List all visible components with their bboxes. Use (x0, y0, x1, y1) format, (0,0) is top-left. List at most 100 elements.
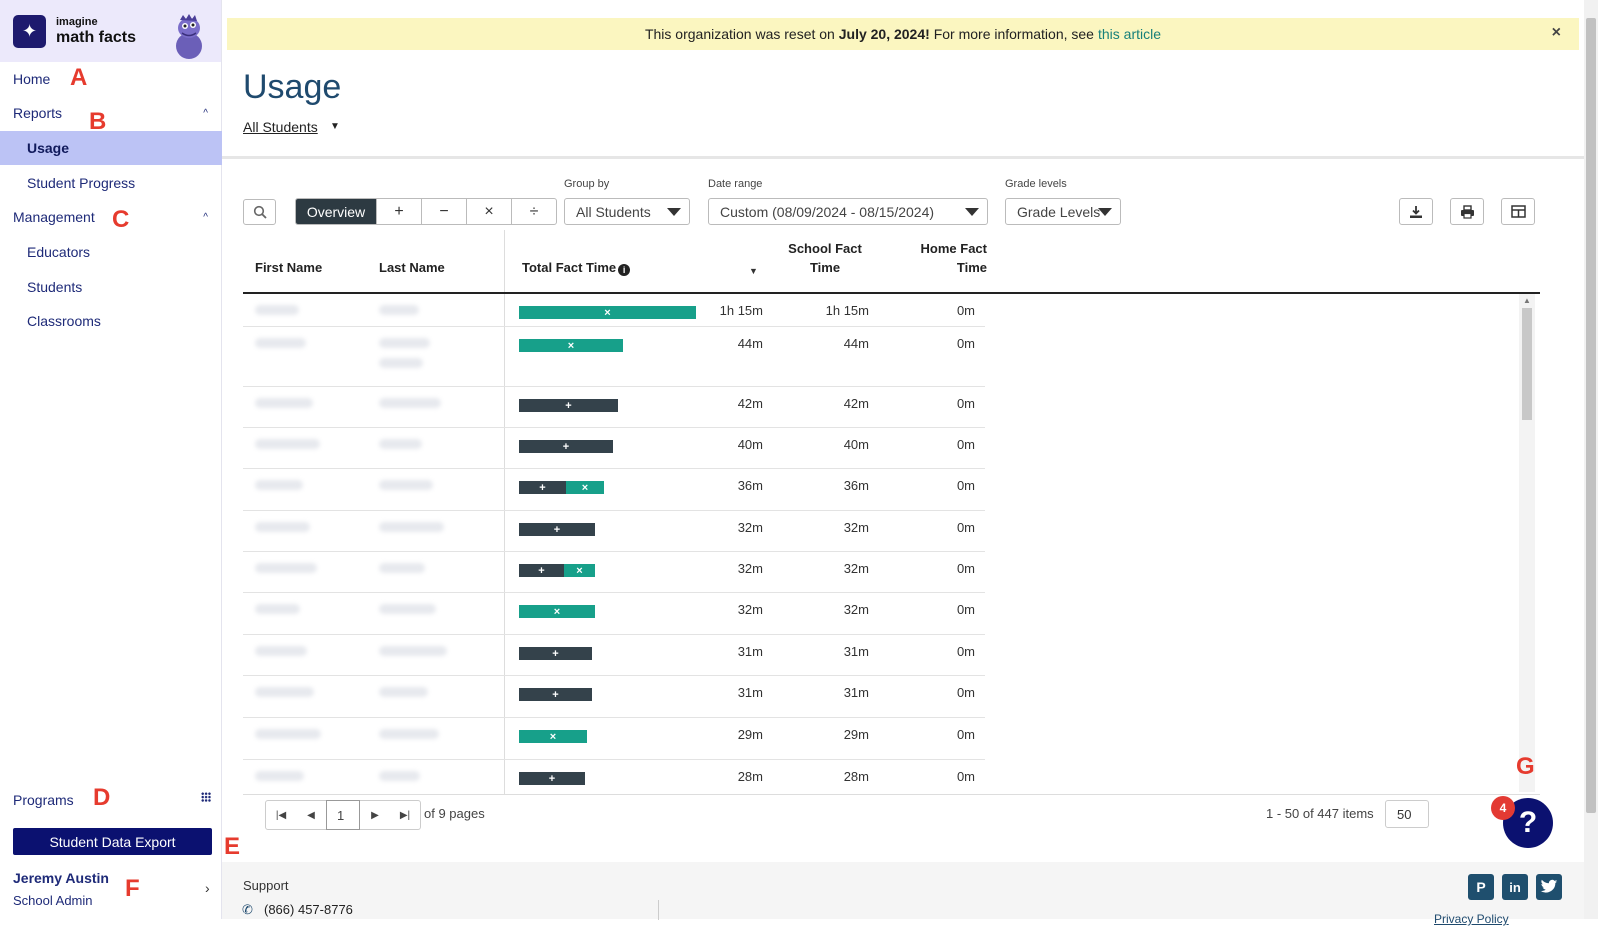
table-row[interactable]: +31m 31m 0m (243, 676, 985, 718)
table-row[interactable]: +32m 32m 0m (243, 511, 985, 552)
table-row[interactable]: +42m 42m 0m (243, 387, 985, 428)
header-total-fact-time[interactable]: Total Fact Time i (522, 258, 631, 277)
scope-dropdown[interactable]: All Students (243, 119, 318, 135)
header-last-name[interactable]: Last Name (379, 258, 445, 277)
prev-page-icon[interactable]: ◀ (296, 801, 326, 829)
twitter-icon[interactable] (1536, 874, 1562, 900)
banner-article-link[interactable]: this article (1098, 26, 1161, 42)
page-number-input[interactable]: 1 (326, 800, 360, 830)
info-icon[interactable]: i (618, 264, 631, 276)
sparkle-icon: ✦ (13, 14, 46, 48)
print-button[interactable] (1450, 198, 1484, 225)
support-phone[interactable]: (866) 457-8776 (264, 902, 353, 917)
group-by-select[interactable]: All Students (564, 198, 690, 225)
logo[interactable]: ✦ imagine math facts (0, 0, 221, 62)
download-button[interactable] (1399, 198, 1433, 225)
fact-time-bar[interactable]: × (519, 730, 587, 743)
sidebar-item-usage[interactable]: Usage (0, 131, 222, 165)
student-data-export-button[interactable]: Student Data Export (13, 828, 212, 855)
multiplication-segment[interactable]: × (519, 605, 595, 618)
scroll-up-icon[interactable]: ▲ (1523, 296, 1531, 305)
sidebar-item-students[interactable]: Students (0, 270, 222, 304)
window-scrollbar-thumb[interactable] (1586, 18, 1596, 813)
fact-time-bar[interactable]: + (519, 523, 595, 536)
header-home-fact-time[interactable]: Home Fact Time (877, 239, 987, 277)
multiplication-segment[interactable]: × (566, 481, 604, 494)
chevron-right-icon[interactable]: › (205, 880, 210, 896)
banner-text-after: For more information, see (933, 26, 1094, 42)
last-name-redacted (379, 729, 439, 739)
fact-time-bar[interactable]: + (519, 688, 592, 701)
multiplication-segment[interactable]: × (519, 339, 623, 352)
items-per-page-select[interactable]: 50 (1385, 800, 1429, 828)
last-name-redacted (379, 771, 420, 781)
table-row[interactable]: +31m 31m 0m (243, 635, 985, 676)
sidebar-item-reports[interactable]: Reports ^ (0, 96, 222, 130)
multiplication-segment[interactable]: × (519, 730, 587, 743)
header-school-fact-time[interactable]: School Fact Time (770, 239, 880, 277)
table-row[interactable]: × 32m 32m 0m (243, 593, 985, 635)
fact-time-bar[interactable]: + (519, 647, 592, 660)
multiplication-segment[interactable]: × (519, 306, 696, 319)
table-scrollbar[interactable]: ▲ (1519, 294, 1535, 792)
table-row[interactable]: + × 36m 36m 0m (243, 469, 985, 511)
addition-tab[interactable]: + (376, 199, 421, 224)
fact-time-bar[interactable]: + × (519, 481, 604, 494)
columns-button[interactable] (1501, 198, 1535, 225)
fact-time-bar[interactable]: × (519, 339, 623, 352)
grid-icon[interactable] (201, 792, 211, 802)
table-row[interactable]: +40m 40m 0m (243, 428, 985, 469)
download-icon (1410, 205, 1422, 218)
table-row[interactable]: + × 32m 32m 0m (243, 552, 985, 593)
caret-down-icon[interactable]: ▼ (330, 121, 340, 132)
addition-segment[interactable]: + (519, 647, 592, 660)
table-row[interactable]: × 1h 15m 1h 15m 0m (243, 294, 985, 327)
fact-time-bar[interactable]: × (519, 306, 696, 319)
logo-small-text: imagine (56, 15, 98, 28)
privacy-policy-link[interactable]: Privacy Policy (1434, 912, 1509, 926)
last-page-icon[interactable]: ▶| (390, 801, 420, 829)
user-name[interactable]: Jeremy Austin (13, 870, 109, 886)
grade-levels-select[interactable]: Grade Levels (1005, 198, 1121, 225)
addition-segment[interactable]: + (519, 440, 613, 453)
sidebar-item-classrooms[interactable]: Classrooms (0, 304, 222, 338)
sidebar-item-educators[interactable]: Educators (0, 235, 222, 269)
sidebar-item-management[interactable]: Management ^ (0, 200, 222, 234)
fact-time-bar[interactable]: + × (519, 564, 595, 577)
total-fact-time: 36m (737, 478, 763, 493)
fact-time-bar[interactable]: + (519, 399, 618, 412)
sidebar-item-programs[interactable]: Programs (0, 783, 222, 817)
header-first-name[interactable]: First Name (255, 258, 322, 277)
scrollbar-thumb[interactable] (1522, 308, 1532, 420)
multiplication-tab[interactable]: × (466, 199, 511, 224)
sidebar-item-student-progress[interactable]: Student Progress (0, 166, 222, 200)
table-row[interactable]: +28m 28m 0m (243, 760, 985, 794)
window-scrollbar[interactable] (1584, 0, 1598, 919)
division-tab[interactable]: ÷ (511, 199, 556, 224)
overview-tab[interactable]: Overview (296, 199, 376, 224)
close-icon[interactable]: × (1552, 24, 1561, 42)
table-row[interactable]: × 44m 44m 0m (243, 327, 985, 387)
next-page-icon[interactable]: ▶ (360, 801, 390, 829)
fact-time-bar[interactable]: × (519, 605, 595, 618)
multiplication-segment[interactable]: × (564, 564, 595, 577)
addition-segment[interactable]: + (519, 523, 595, 536)
table-row[interactable]: × 29m 29m 0m (243, 718, 985, 760)
linkedin-icon[interactable]: in (1502, 874, 1528, 900)
fact-time-bar[interactable]: + (519, 440, 613, 453)
date-range-select[interactable]: Custom (08/09/2024 - 08/15/2024) (708, 198, 988, 225)
first-page-icon[interactable]: |◀ (266, 801, 296, 829)
sidebar-item-home[interactable]: Home (0, 62, 222, 96)
fact-time-bar[interactable]: + (519, 772, 585, 785)
addition-segment[interactable]: + (519, 399, 618, 412)
addition-segment[interactable]: + (519, 564, 564, 577)
addition-segment[interactable]: + (519, 688, 592, 701)
addition-segment[interactable]: + (519, 772, 585, 785)
sort-down-icon[interactable]: ▼ (749, 266, 758, 276)
addition-segment[interactable]: + (519, 481, 566, 494)
pinterest-icon[interactable]: P (1468, 874, 1494, 900)
subtraction-tab[interactable]: − (421, 199, 466, 224)
school-fact-time: 40m (843, 437, 869, 452)
search-button[interactable] (243, 199, 276, 225)
notification-badge: 4 (1491, 796, 1515, 820)
